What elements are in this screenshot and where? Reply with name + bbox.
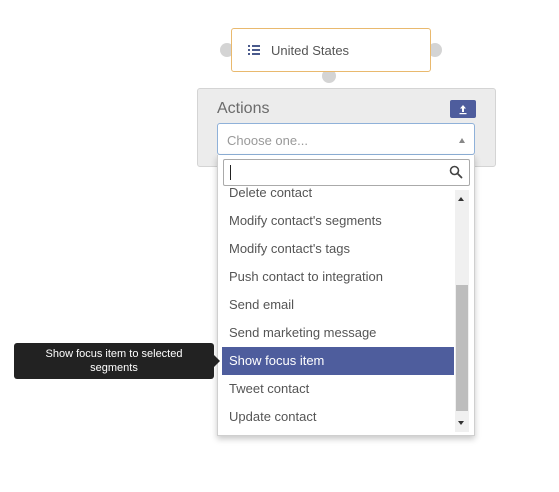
tooltip-line-2: segments [90, 362, 138, 374]
caret-up-icon [459, 138, 465, 143]
campaign-node: United States [218, 28, 442, 84]
scroll-down-arrow-icon[interactable] [458, 421, 464, 425]
node-card-united-states[interactable]: United States [231, 28, 431, 72]
node-label: United States [271, 42, 350, 58]
list-icon [248, 45, 260, 55]
scroll-up-arrow-icon[interactable] [458, 197, 464, 201]
search-icon [449, 165, 463, 179]
option-tooltip: Show focus item to selected segments [14, 343, 214, 379]
options-list: Delete contact Modify contact's segments… [222, 183, 454, 433]
option-tweet-contact[interactable]: Tweet contact [222, 375, 454, 403]
option-show-focus-item[interactable]: Show focus item [222, 347, 454, 375]
upload-button[interactable] [450, 100, 476, 118]
option-send-email[interactable]: Send email [222, 291, 454, 319]
option-modify-contact-tags[interactable]: Modify contact's tags [222, 235, 454, 263]
option-update-contact[interactable]: Update contact [222, 403, 454, 431]
tooltip-arrow [214, 355, 220, 367]
option-modify-contact-segments[interactable]: Modify contact's segments [222, 207, 454, 235]
scrollbar-thumb[interactable] [456, 285, 468, 411]
select-dropdown: Delete contact Modify contact's segments… [217, 155, 475, 436]
action-select[interactable]: Choose one... [217, 123, 475, 155]
option-delete-contact[interactable]: Delete contact [222, 183, 454, 207]
option-send-marketing-message[interactable]: Send marketing message [222, 319, 454, 347]
text-cursor [230, 165, 231, 180]
search-input[interactable] [223, 159, 470, 186]
scrollbar[interactable] [455, 190, 469, 432]
select-placeholder: Choose one... [227, 133, 308, 148]
tooltip-line-1: Show focus item to selected [45, 348, 183, 360]
panel-title: Actions [217, 100, 270, 117]
upload-arrow-icon [459, 104, 467, 114]
option-push-contact-to-integration[interactable]: Push contact to integration [222, 263, 454, 291]
